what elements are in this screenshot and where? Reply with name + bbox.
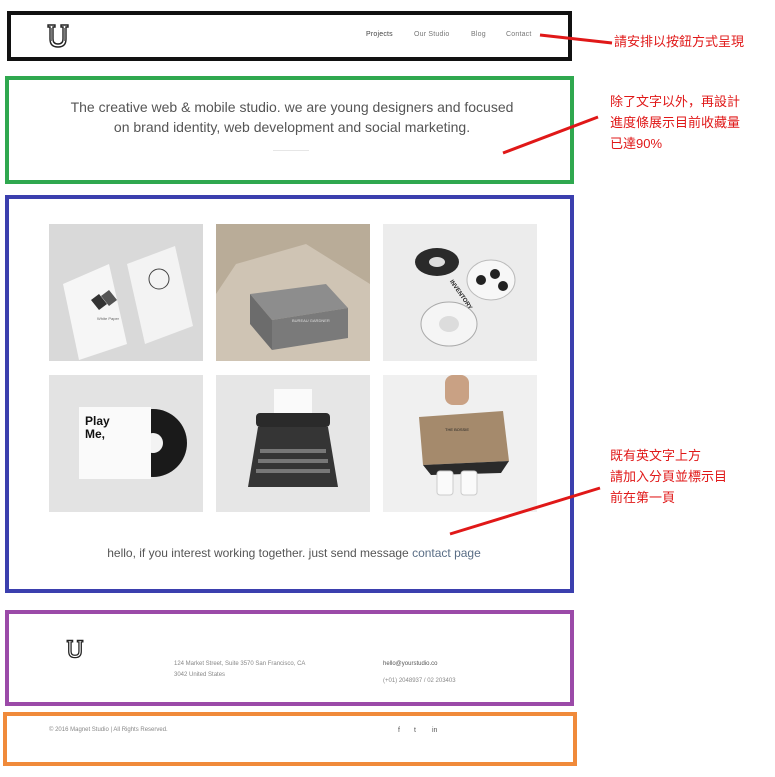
note-hero-line-2: 進度條展示目前收藏量 [610,115,741,130]
note-gallery-line-1: 既有英文字上方 [610,448,702,463]
note-gallery-line-2: 請加入分頁並標示目 [610,469,728,484]
arrow-gallery [449,486,601,536]
note-hero: 除了文字以外，再設計 進度條展示目前收藏量 已達90% [610,91,740,154]
note-hero-line-3: 已達90% [610,136,663,151]
note-header: 請安排以按鈕方式呈現 [614,34,745,49]
note-gallery: 既有英文字上方 請加入分頁並標示目 前在第一頁 [610,445,727,508]
note-hero-line-1: 除了文字以外，再設計 [610,94,741,109]
arrow-header [539,33,613,45]
arrow-hero [502,115,599,155]
note-gallery-line-3: 前在第一頁 [610,490,676,505]
